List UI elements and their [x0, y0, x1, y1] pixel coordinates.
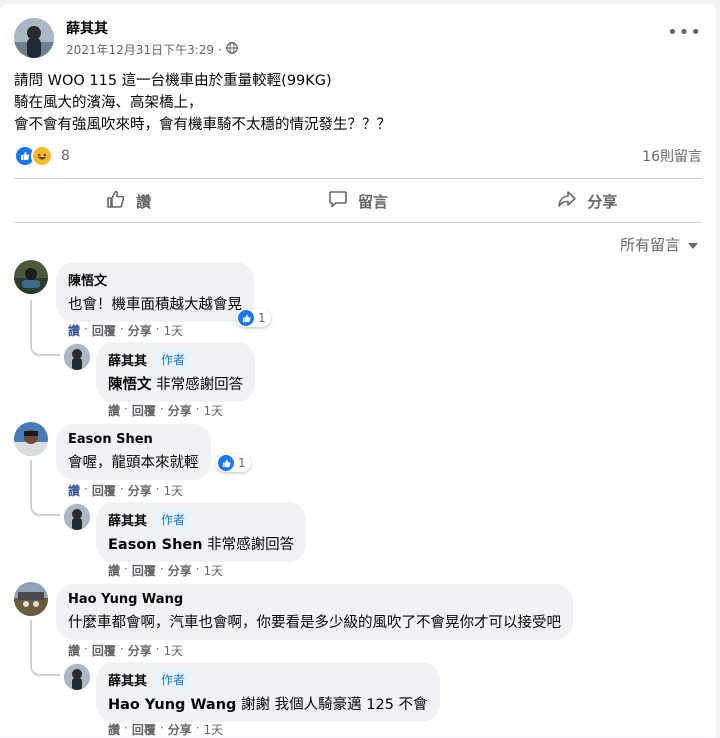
comment-age[interactable]: 1天	[204, 402, 224, 419]
comment-bubble: Hao Yung Wang 什麼車都會啊，汽車也會啊，你要看是多少級的風吹了不會…	[56, 584, 573, 640]
post-body: 請問 WOO 115 這一台機車由於重量較輕(99KG) 騎在風大的濱海、高架橋…	[14, 70, 391, 136]
post-line: 請問 WOO 115 這一台機車由於重量較輕(99KG)	[14, 73, 332, 89]
comment-reply-link[interactable]: 回覆	[132, 562, 156, 579]
divider	[14, 178, 702, 179]
comment-age[interactable]: 1天	[164, 322, 184, 339]
reply-text: 謝謝 我個人騎豪邁 125 不會	[236, 697, 428, 713]
comment-text: 也會！機車面積越大越會晃	[68, 297, 242, 313]
more-options-icon[interactable]: •••	[667, 22, 702, 43]
reply-bubble: 薛其其 作者 Hao Yung Wang 謝謝 我個人騎豪邁 125 不會	[96, 662, 440, 722]
comment-text: 會喔，龍頭本來就輕	[68, 455, 199, 471]
reaction-count[interactable]: 8	[61, 148, 70, 164]
reactions-row: 8 16則留言	[14, 144, 702, 168]
comment-like-link[interactable]: 讚	[108, 562, 120, 579]
comment-age[interactable]: 1天	[164, 482, 184, 499]
comment-share-link[interactable]: 分享	[128, 322, 152, 339]
comment-reaction-count[interactable]: 1	[236, 309, 271, 327]
comment-sort-dropdown[interactable]: 所有留言	[620, 234, 698, 255]
comment-age[interactable]: 1天	[204, 721, 224, 738]
like-button[interactable]: 讚	[14, 180, 243, 222]
comment-share-link[interactable]: 分享	[168, 721, 192, 738]
sort-label: 所有留言	[619, 236, 680, 254]
post-author-name[interactable]: 薛其其	[66, 18, 238, 38]
reply-author-avatar[interactable]	[64, 504, 90, 530]
reply-author-name[interactable]: 薛其其	[108, 670, 147, 689]
thread-line	[30, 620, 60, 676]
reply-bubble: 薛其其 作者 Eason Shen 非常感謝回答	[96, 502, 307, 562]
comment-reply-link[interactable]: 回覆	[132, 721, 156, 738]
reply-actions: 讚 · 回覆 · 分享 · 1天	[108, 562, 224, 579]
caret-down-icon	[688, 236, 698, 254]
comment-like-link[interactable]: 讚	[68, 322, 80, 339]
reply-author-avatar[interactable]	[64, 344, 90, 370]
comment-actions: 讚 · 回覆 · 分享 · 1天	[68, 482, 184, 499]
comment-reply-link[interactable]: 回覆	[92, 642, 116, 659]
reply-author-name[interactable]: 薛其其	[108, 350, 147, 369]
reply-author-avatar[interactable]	[64, 664, 90, 690]
author-badge: 作者	[155, 350, 192, 369]
commenter-avatar[interactable]	[14, 422, 48, 456]
haha-reaction-icon	[31, 145, 53, 167]
commenter-name[interactable]: Hao Yung Wang	[68, 592, 183, 607]
author-badge: 作者	[155, 510, 192, 529]
comment-share-link[interactable]: 分享	[128, 642, 152, 659]
comment-button[interactable]: 留言	[243, 180, 472, 222]
post-timestamp[interactable]: 2021年12月31日下午3:29	[66, 41, 214, 58]
comment-age[interactable]: 1天	[164, 642, 184, 659]
thread-line	[30, 460, 60, 516]
share-button[interactable]: 分享	[473, 180, 702, 222]
reply-text: 非常感謝回答	[202, 537, 295, 553]
comment-like-link[interactable]: 讚	[108, 721, 120, 738]
commenter-name[interactable]: 陳悟文	[68, 270, 107, 289]
comment-share-link[interactable]: 分享	[168, 402, 192, 419]
thread-line	[30, 300, 60, 356]
like-button-label: 讚	[136, 192, 152, 211]
comment-share-link[interactable]: 分享	[128, 482, 152, 499]
comment-actions: 讚 · 回覆 · 分享 · 1天	[68, 642, 184, 659]
comment-bubble: 陳悟文 也會！機車面積越大越會晃	[56, 262, 254, 322]
like-reaction-icon	[238, 310, 254, 326]
author-avatar[interactable]	[14, 18, 54, 58]
post-line: 騎在風大的濱海、高架橋上，	[14, 95, 203, 111]
comment-reply-link[interactable]: 回覆	[132, 402, 156, 419]
share-arrow-icon	[557, 189, 577, 213]
comment-text: 什麼車都會啊，汽車也會啊，你要看是多少級的風吹了不會晃你才可以接受吧	[68, 615, 561, 631]
comment-reply-link[interactable]: 回覆	[92, 322, 116, 339]
mention-link[interactable]: Hao Yung Wang	[108, 697, 236, 713]
reply-author-name[interactable]: 薛其其	[108, 510, 147, 529]
comment-reaction-count[interactable]: 1	[216, 454, 251, 472]
mention-link[interactable]: 陳悟文	[108, 377, 152, 393]
comment-reply-link[interactable]: 回覆	[92, 482, 116, 499]
comment-like-link[interactable]: 讚	[68, 642, 80, 659]
comment-icon	[328, 189, 348, 213]
globe-icon	[226, 42, 238, 57]
comment-actions: 讚 · 回覆 · 分享 · 1天	[68, 322, 184, 339]
post-line: 會不會有強風吹來時，會有機車騎不太穩的情況發生？？？	[14, 117, 391, 133]
comments-count[interactable]: 16則留言	[642, 146, 702, 166]
divider	[14, 222, 702, 223]
reply-bubble: 薛其其 作者 陳悟文 非常感謝回答	[96, 342, 256, 402]
thumbs-up-icon	[106, 189, 126, 213]
reply-actions: 讚 · 回覆 · 分享 · 1天	[108, 721, 224, 738]
comment-share-link[interactable]: 分享	[168, 562, 192, 579]
commenter-name[interactable]: Eason Shen	[68, 432, 153, 447]
post-card: 薛其其 2021年12月31日下午3:29 · ••• 請問 WOO 115 這…	[0, 4, 720, 737]
comment-button-label: 留言	[357, 192, 388, 211]
comment-like-link[interactable]: 讚	[68, 482, 80, 499]
author-badge: 作者	[155, 670, 192, 689]
comment-age[interactable]: 1天	[204, 562, 224, 579]
reply-actions: 讚 · 回覆 · 分享 · 1天	[108, 402, 224, 419]
post-action-bar: 讚 留言 分享	[14, 180, 702, 222]
reply-text: 非常感謝回答	[151, 377, 244, 393]
commenter-avatar[interactable]	[14, 582, 48, 616]
reaction-icons[interactable]	[14, 145, 53, 167]
share-button-label: 分享	[587, 192, 618, 211]
mention-link[interactable]: Eason Shen	[108, 537, 203, 553]
like-reaction-icon	[218, 455, 234, 471]
comment-like-link[interactable]: 讚	[108, 402, 120, 419]
commenter-avatar[interactable]	[14, 260, 48, 294]
comment-bubble: Eason Shen 會喔，龍頭本來就輕	[56, 424, 211, 480]
post-header: 薛其其 2021年12月31日下午3:29 ·	[14, 16, 238, 60]
